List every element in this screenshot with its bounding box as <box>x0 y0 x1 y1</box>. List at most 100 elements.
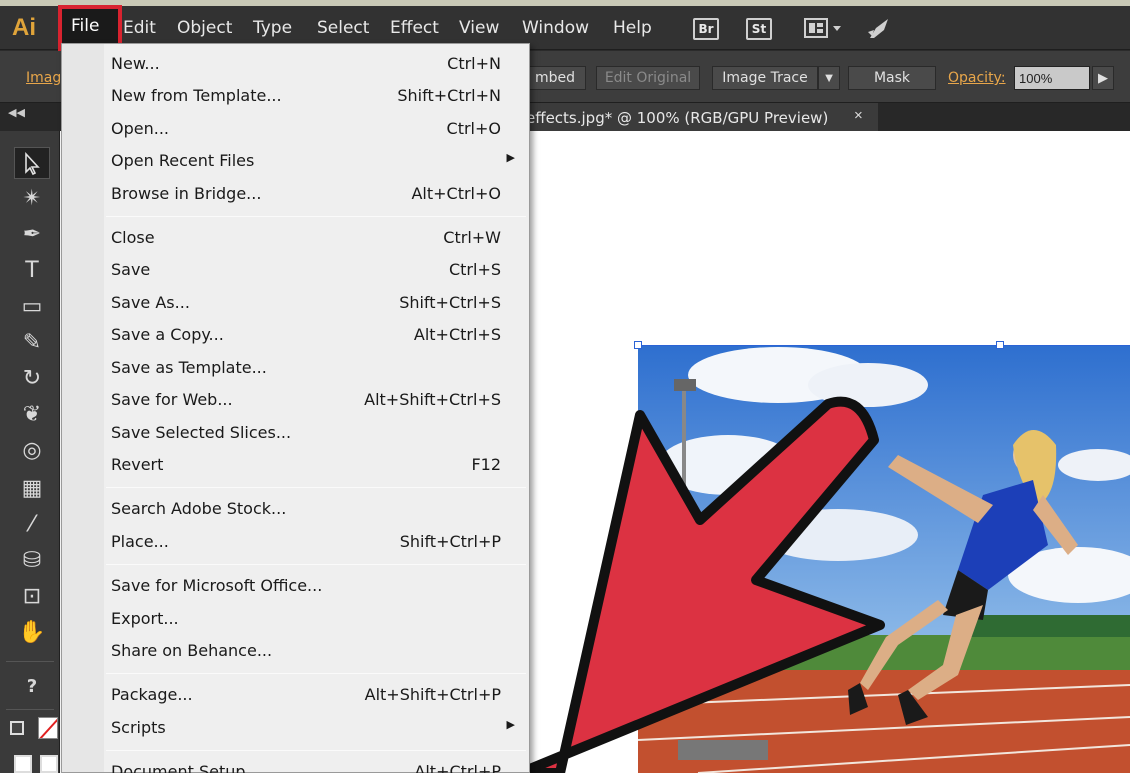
help-icon[interactable]: ? <box>14 671 50 703</box>
menu-item-open[interactable]: Open... Ctrl+O <box>111 115 531 143</box>
bridge-icon[interactable]: Br <box>693 18 719 40</box>
edit-original-button[interactable]: Edit Original <box>596 66 700 90</box>
menu-item-label: Share on Behance... <box>111 641 273 660</box>
menu-item-save-for-web[interactable]: Save for Web... Alt+Shift+Ctrl+S <box>111 386 531 414</box>
menu-item-label: Save <box>111 260 151 279</box>
selection-handle[interactable] <box>634 341 642 349</box>
menu-item-shortcut: Ctrl+W <box>443 228 501 247</box>
menu-effect[interactable]: Effect <box>390 18 439 38</box>
menu-item-share-on-behance[interactable]: Share on Behance... <box>111 637 531 665</box>
menu-item-document-setup[interactable]: Document Setup... Alt+Ctrl+P <box>111 758 531 773</box>
menu-item-save-for-microsoft-office[interactable]: Save for Microsoft Office... <box>111 572 531 600</box>
menu-item-save-as[interactable]: Save As... Shift+Ctrl+S <box>111 289 531 317</box>
menu-item-save-as-template[interactable]: Save as Template... <box>111 354 531 382</box>
menu-item-save[interactable]: Save Ctrl+S <box>111 256 531 284</box>
menu-item-revert[interactable]: Revert F12 <box>111 451 531 479</box>
placed-photo[interactable] <box>638 345 1130 773</box>
menu-window[interactable]: Window <box>522 18 589 38</box>
eyedropper-icon[interactable]: ⁄ <box>14 509 50 541</box>
document-tab[interactable]: effects.jpg* @ 100% (RGB/GPU Preview) × <box>520 103 878 131</box>
swap-colors-icon[interactable] <box>10 721 24 735</box>
menu-separator <box>106 564 526 565</box>
menu-item-new-from-template[interactable]: New from Template... Shift+Ctrl+N <box>111 82 531 110</box>
menu-type[interactable]: Type <box>253 18 292 38</box>
collapse-panel-icon[interactable]: ◀◀ <box>8 106 25 119</box>
workspace-switcher-icon[interactable] <box>804 18 846 40</box>
menu-item-label: Package... <box>111 685 193 704</box>
rocket-icon[interactable] <box>866 16 894 42</box>
menu-item-label: New from Template... <box>111 86 282 105</box>
pencil-tool-icon[interactable]: ✎ <box>14 327 50 359</box>
menu-object[interactable]: Object <box>177 18 232 38</box>
menu-item-place[interactable]: Place... Shift+Ctrl+P <box>111 528 531 556</box>
menu-item-label: Search Adobe Stock... <box>111 499 287 518</box>
document-tab-title: effects.jpg* @ 100% (RGB/GPU Preview) <box>526 109 829 127</box>
menu-item-close[interactable]: Close Ctrl+W <box>111 224 531 252</box>
magic-wand-icon[interactable]: ✴ <box>14 183 50 215</box>
menu-item-shortcut: Alt+Ctrl+O <box>411 184 501 203</box>
opacity-label[interactable]: Opacity: <box>948 70 1006 86</box>
fill-mode-icon[interactable] <box>14 755 32 773</box>
embed-button[interactable]: mbed <box>524 66 586 90</box>
menu-item-shortcut: Alt+Ctrl+P <box>414 762 501 773</box>
menu-help[interactable]: Help <box>613 18 652 38</box>
image-trace-button[interactable]: Image Trace <box>712 66 818 90</box>
menu-item-browse-in-bridge[interactable]: Browse in Bridge... Alt+Ctrl+O <box>111 180 531 208</box>
menu-item-label: Save a Copy... <box>111 325 224 344</box>
menu-item-save-selected-slices[interactable]: Save Selected Slices... <box>111 419 531 447</box>
menu-gutter <box>62 44 104 772</box>
menu-view[interactable]: View <box>459 18 499 38</box>
pen-tool-icon[interactable]: ✒ <box>14 219 50 251</box>
menu-item-label: Open Recent Files <box>111 151 255 170</box>
menu-item-label: Save Selected Slices... <box>111 423 292 442</box>
menu-item-open-recent-files[interactable]: Open Recent Files ▶ <box>111 147 531 175</box>
image-link-label[interactable]: Imag <box>26 70 61 86</box>
opacity-input[interactable]: 100% <box>1014 66 1090 90</box>
menu-item-shortcut: Alt+Shift+Ctrl+P <box>364 685 501 704</box>
image-trace-dropdown-icon[interactable]: ▼ <box>818 66 840 90</box>
menu-item-label: Scripts <box>111 718 166 737</box>
menu-item-label: Save As... <box>111 293 190 312</box>
menu-item-label: Save for Web... <box>111 390 233 409</box>
menu-item-label: Close <box>111 228 155 247</box>
stroke-mode-icon[interactable] <box>40 755 58 773</box>
menu-item-search-adobe-stock[interactable]: Search Adobe Stock... <box>111 495 531 523</box>
menu-file-label: File <box>71 16 100 36</box>
tools-panel: ✴ ✒ T ▭ ✎ ↻ ❦ ◎ ▦ ⁄ ⛁ ⊡ ✋ ? <box>0 131 60 773</box>
rotate-tool-icon[interactable]: ↻ <box>14 363 50 395</box>
selection-tool-icon[interactable] <box>14 147 50 179</box>
menu-item-shortcut: Alt+Ctrl+S <box>413 325 501 344</box>
type-tool-icon[interactable]: T <box>14 255 50 287</box>
menu-item-label: Save for Microsoft Office... <box>111 576 323 595</box>
tools-divider <box>6 709 54 710</box>
menu-item-label: Export... <box>111 609 179 628</box>
menu-item-export[interactable]: Export... <box>111 605 531 633</box>
menu-item-shortcut: Ctrl+O <box>446 119 501 138</box>
rectangle-tool-icon[interactable]: ▭ <box>14 291 50 323</box>
symbol-sprayer-icon[interactable]: ⛁ <box>14 545 50 577</box>
menu-item-save-a-copy[interactable]: Save a Copy... Alt+Ctrl+S <box>111 321 531 349</box>
stroke-color-swatch[interactable] <box>38 717 58 739</box>
warp-tool-icon[interactable]: ❦ <box>14 399 50 431</box>
opacity-arrow-icon[interactable]: ▶ <box>1092 66 1114 90</box>
artboard-tool-icon[interactable]: ⊡ <box>14 581 50 613</box>
menu-select[interactable]: Select <box>317 18 369 38</box>
mask-button[interactable]: Mask <box>848 66 936 90</box>
perspective-grid-icon[interactable]: ▦ <box>14 473 50 505</box>
menu-edit[interactable]: Edit <box>123 18 156 38</box>
shape-builder-icon[interactable]: ◎ <box>14 435 50 467</box>
app-logo: Ai <box>12 14 36 41</box>
menu-item-package[interactable]: Package... Alt+Shift+Ctrl+P <box>111 681 531 709</box>
menu-item-label: Revert <box>111 455 164 474</box>
menu-separator <box>106 673 526 674</box>
stock-icon[interactable]: St <box>746 18 772 40</box>
selection-handle[interactable] <box>996 341 1004 349</box>
menu-item-label: New... <box>111 54 160 73</box>
menu-item-shortcut: Shift+Ctrl+P <box>399 532 501 551</box>
hand-tool-icon[interactable]: ✋ <box>14 617 50 649</box>
menu-item-new[interactable]: New... Ctrl+N <box>111 50 531 78</box>
menu-item-shortcut: Ctrl+S <box>448 260 501 279</box>
close-icon[interactable]: × <box>854 107 863 124</box>
menu-separator <box>106 487 526 488</box>
menu-item-scripts[interactable]: Scripts ▶ <box>111 714 531 742</box>
